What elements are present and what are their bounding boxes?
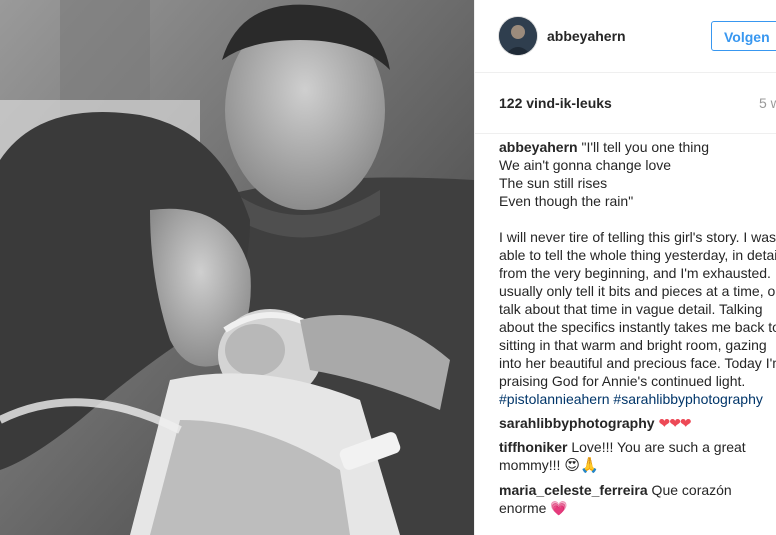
caption-text: "I'll tell you one thing We ain't gonna … (499, 139, 776, 389)
caption-hashtags[interactable]: #pistolannieahern #sarahlibbyphotography (499, 391, 763, 407)
likes-count[interactable]: 122 vind-ik-leuks (499, 95, 612, 111)
caption-username[interactable]: abbeyahern (499, 139, 578, 155)
comment-list: abbeyahern "I'll tell you one thing We a… (475, 134, 776, 517)
hearts-emoji: ❤❤❤ (658, 415, 691, 431)
pink-heart-emoji: 💗 (550, 500, 568, 516)
comment-username[interactable]: tiffhoniker (499, 439, 567, 455)
post-time[interactable]: 5 w (759, 95, 776, 111)
comment-item: sarahlibbyphotography ❤❤❤ (499, 414, 775, 432)
post-header: abbeyahern Volgen (475, 0, 776, 73)
post-author-username[interactable]: abbeyahern (547, 28, 626, 44)
post-stats: 122 vind-ik-leuks 5 w (475, 73, 776, 134)
comment-username[interactable]: maria_celeste_ferreira (499, 482, 648, 498)
newborn-photo-illustration (0, 0, 474, 535)
post-caption: abbeyahern "I'll tell you one thing We a… (499, 134, 776, 408)
post-side-panel: abbeyahern Volgen 122 vind-ik-leuks 5 w … (474, 0, 776, 535)
avatar-image (499, 17, 537, 55)
avatar[interactable] (499, 17, 537, 55)
follow-button[interactable]: Volgen (711, 21, 776, 51)
post-photo[interactable] (0, 0, 474, 535)
heart-eyes-pray-emoji: 😍🙏 (564, 457, 599, 474)
comment-username[interactable]: sarahlibbyphotography (499, 415, 655, 431)
comment-item: tiffhoniker Love!!! You are such a great… (499, 438, 775, 475)
comment-item: maria_celeste_ferreira Que corazón enorm… (499, 481, 775, 517)
